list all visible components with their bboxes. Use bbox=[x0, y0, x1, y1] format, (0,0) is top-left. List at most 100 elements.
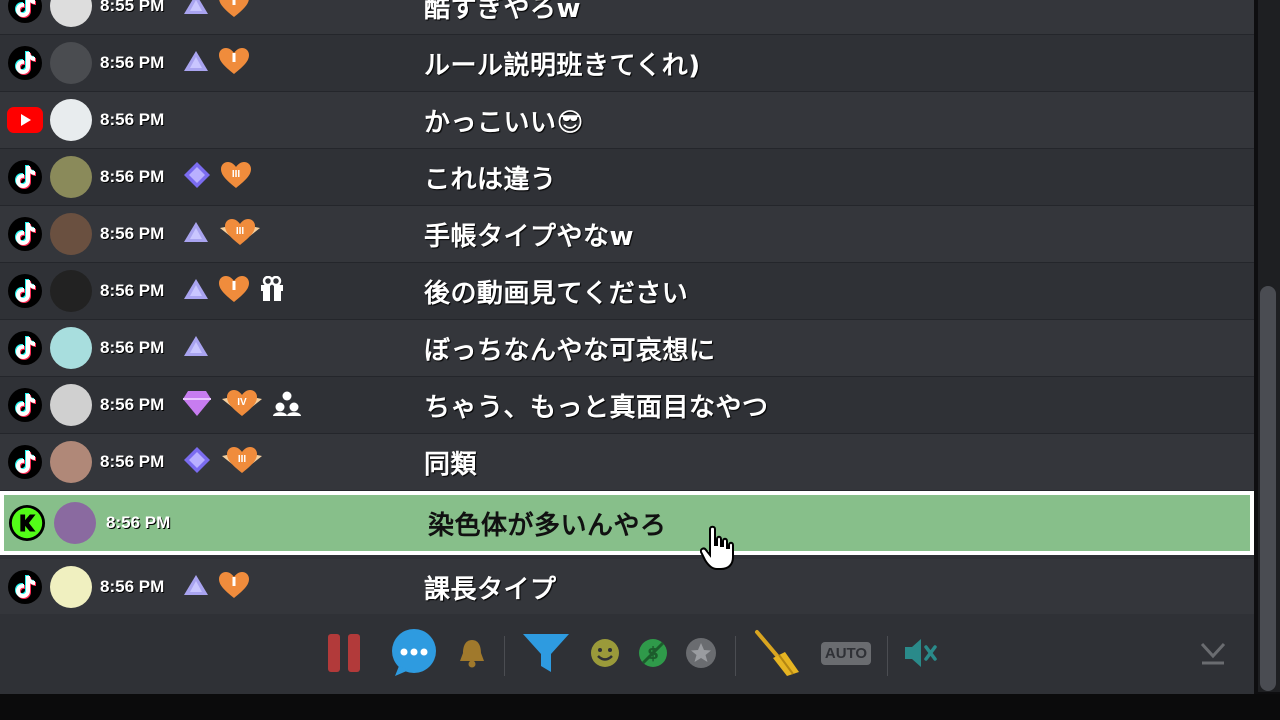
bottom-bar bbox=[0, 694, 1280, 720]
chat-message[interactable]: 8:56 PM ぼっちなんやな可哀想に bbox=[0, 320, 1254, 377]
toolbar-separator bbox=[735, 636, 736, 676]
user-badges bbox=[182, 0, 250, 22]
timestamp: 8:56 PM bbox=[100, 338, 165, 357]
level-triangle-icon bbox=[182, 220, 210, 248]
message-text: 課長タイプ bbox=[424, 574, 557, 605]
auto-badge: AUTO bbox=[820, 641, 872, 665]
mute-icon bbox=[905, 639, 937, 667]
avatar[interactable] bbox=[50, 0, 92, 27]
hand-cursor-icon bbox=[700, 525, 734, 570]
chat-message[interactable]: 8:56 PM かっこいい😎 bbox=[0, 92, 1254, 149]
toolbar-separator bbox=[504, 636, 505, 676]
level-gem-icon bbox=[182, 389, 212, 421]
scroll-to-bottom-button[interactable] bbox=[1196, 628, 1230, 678]
emoji-filter-button[interactable] bbox=[588, 628, 622, 678]
scrollbar[interactable] bbox=[1258, 0, 1280, 692]
message-text: 染色体が多いんやろ bbox=[428, 510, 667, 541]
timestamp: 8:56 PM bbox=[100, 395, 165, 414]
user-badges: III bbox=[182, 160, 252, 194]
timestamp: 8:56 PM bbox=[100, 577, 165, 596]
tiktok-platform-icon bbox=[6, 386, 44, 424]
chat-message[interactable]: 8:56 PM ルール説明班きてくれ) bbox=[0, 35, 1254, 92]
avatar[interactable] bbox=[50, 156, 92, 198]
user-badges bbox=[182, 47, 250, 79]
message-text: 同類 bbox=[424, 449, 478, 480]
group-icon bbox=[272, 390, 302, 420]
level-triangle-icon bbox=[182, 334, 210, 362]
chat-message[interactable]: 8:56 PM III 同類 bbox=[0, 434, 1254, 491]
message-text: 後の動画見てください bbox=[424, 278, 689, 309]
filter-button[interactable] bbox=[520, 628, 572, 678]
user-badges bbox=[182, 275, 286, 307]
heart-badge-icon bbox=[218, 571, 250, 603]
avatar[interactable] bbox=[50, 270, 92, 312]
tiktok-platform-icon bbox=[6, 272, 44, 310]
toolbar: $ AUTO bbox=[0, 614, 1254, 694]
avatar[interactable] bbox=[50, 441, 92, 483]
timestamp: 8:56 PM bbox=[100, 167, 165, 186]
chat-message[interactable]: 8:56 PM 課長タイプ bbox=[0, 559, 1254, 614]
user-badges: IV bbox=[182, 389, 302, 421]
pause-button[interactable] bbox=[324, 628, 364, 678]
message-text: 酷すぎやろw bbox=[424, 0, 582, 24]
auto-scroll-button[interactable]: AUTO bbox=[820, 628, 872, 678]
timestamp: 8:55 PM bbox=[100, 0, 165, 15]
tiktok-platform-icon bbox=[6, 215, 44, 253]
mute-button[interactable] bbox=[900, 628, 940, 678]
tiktok-platform-icon bbox=[6, 329, 44, 367]
tiktok-platform-icon bbox=[6, 158, 44, 196]
avatar[interactable] bbox=[50, 384, 92, 426]
avatar[interactable] bbox=[54, 502, 96, 544]
favorite-filter-button[interactable] bbox=[684, 628, 718, 678]
chat-message[interactable]: 8:56 PM III 手帳タイプやなw bbox=[0, 206, 1254, 263]
chat-message[interactable]: 8:56 PM III これは違う bbox=[0, 149, 1254, 206]
star-icon bbox=[686, 638, 716, 668]
chat-message[interactable]: 8:56 PM 後の動画見てください bbox=[0, 263, 1254, 320]
timestamp: 8:56 PM bbox=[106, 513, 171, 532]
chat-message-highlighted[interactable]: 8:56 PM 染色体が多いんやろ bbox=[0, 491, 1254, 555]
tiktok-platform-icon bbox=[6, 44, 44, 82]
message-text: これは違う bbox=[424, 164, 557, 195]
user-badges: III bbox=[182, 218, 262, 250]
notification-button[interactable] bbox=[456, 628, 488, 678]
user-badges bbox=[182, 334, 210, 362]
chat-bubble-icon bbox=[392, 629, 436, 676]
avatar[interactable] bbox=[50, 213, 92, 255]
filter-icon bbox=[523, 634, 569, 672]
chat-message[interactable]: 8:55 PM 酷すぎやろw bbox=[0, 0, 1254, 35]
level-diamond-icon bbox=[182, 160, 212, 194]
level-triangle-icon bbox=[182, 277, 210, 305]
level-triangle-icon bbox=[182, 573, 210, 601]
bell-icon bbox=[460, 640, 484, 668]
timestamp: 8:56 PM bbox=[100, 281, 165, 300]
message-text: ぼっちなんやな可哀想に bbox=[424, 335, 716, 366]
chat-message[interactable]: 8:56 PM IV ちゃう、もっと真面目なやつ bbox=[0, 377, 1254, 434]
timestamp: 8:56 PM bbox=[100, 53, 165, 72]
chat-toggle-button[interactable] bbox=[388, 628, 440, 678]
message-text: ルール説明班きてくれ) bbox=[424, 50, 701, 81]
avatar[interactable] bbox=[50, 566, 92, 608]
broom-icon bbox=[755, 630, 799, 676]
clear-chat-button[interactable] bbox=[750, 628, 802, 678]
avatar[interactable] bbox=[50, 99, 92, 141]
winged-heart-badge-icon: III bbox=[218, 218, 262, 250]
scroll-thumb[interactable] bbox=[1260, 286, 1276, 691]
level-triangle-icon bbox=[182, 49, 210, 77]
winged-heart-badge-icon: IV bbox=[220, 389, 264, 421]
toolbar-separator bbox=[887, 636, 888, 676]
tiktok-platform-icon bbox=[6, 443, 44, 481]
no-money-icon: $ bbox=[639, 639, 667, 667]
chat-list[interactable]: 8:55 PM 酷すぎやろw 8:56 PM ルール説明班きてくれ) 8:56 PM かっ… bbox=[0, 0, 1254, 614]
avatar[interactable] bbox=[50, 42, 92, 84]
level-diamond-icon bbox=[182, 445, 212, 479]
avatar[interactable] bbox=[50, 327, 92, 369]
donation-filter-button[interactable]: $ bbox=[636, 628, 670, 678]
timestamp: 8:56 PM bbox=[100, 452, 165, 471]
youtube-platform-icon bbox=[6, 101, 44, 139]
heart-badge-icon bbox=[218, 0, 250, 22]
svg-text:III: III bbox=[238, 454, 247, 465]
pause-icon bbox=[328, 634, 360, 672]
heart-badge-icon bbox=[218, 275, 250, 307]
timestamp: 8:56 PM bbox=[100, 110, 165, 129]
gift-icon bbox=[258, 275, 286, 306]
